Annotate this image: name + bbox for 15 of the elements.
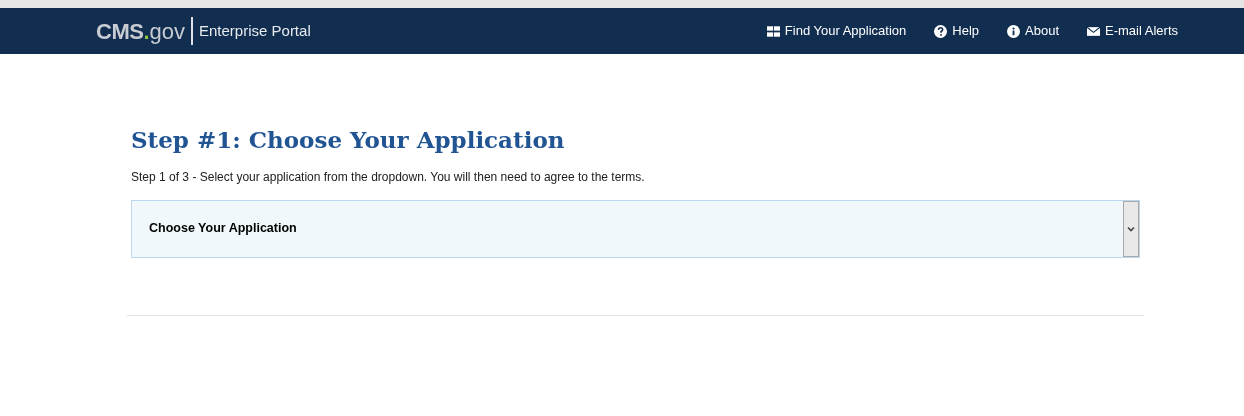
grid-icon <box>766 24 780 38</box>
info-icon <box>1007 24 1021 38</box>
nav-link[interactable]: Find Your Application <box>752 21 921 41</box>
caret-icon <box>1127 225 1135 232</box>
envelope-icon <box>1087 24 1101 38</box>
instructions-text: Step 1 of 3 - Select your application from the dropdown. You will then need to agree to the terms. <box>131 168 646 186</box>
nav-link[interactable]: Help <box>920 21 994 41</box>
logo-text[interactable]: CMS.gov <box>96 14 185 48</box>
help-icon <box>934 24 948 38</box>
application-dropdown[interactable]: Choose Your Application <box>131 199 1140 258</box>
page-title: Step #1: Choose Your Application <box>131 126 566 154</box>
dropdown-button[interactable] <box>1123 200 1139 257</box>
nav-link[interactable]: E-mail Alerts <box>1073 21 1192 41</box>
nav-link[interactable]: About <box>993 21 1074 41</box>
portal-name: Enterprise Portal <box>199 20 311 41</box>
